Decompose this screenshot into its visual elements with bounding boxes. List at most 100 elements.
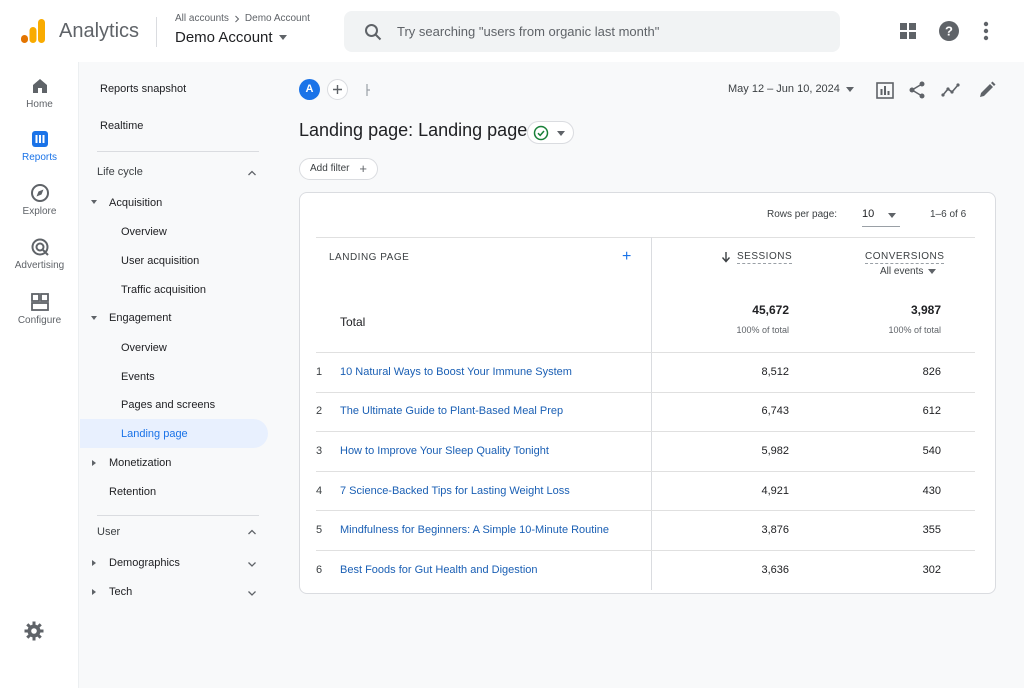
nav-pages-and-screens[interactable]: Pages and screens — [121, 399, 215, 411]
nav-demographics[interactable]: Demographics — [109, 557, 180, 569]
comparison-avatar[interactable]: A — [299, 79, 320, 100]
rail-configure[interactable]: Configure — [0, 292, 79, 326]
advertising-icon — [31, 238, 49, 256]
nav-reports-snapshot[interactable]: Reports snapshot — [100, 83, 186, 95]
row-number: 3 — [316, 445, 323, 457]
rail-advertising[interactable]: Advertising — [0, 237, 79, 271]
nav-monetization[interactable]: Monetization — [109, 457, 171, 469]
divider-marker-icon — [366, 84, 370, 96]
row-divider — [316, 550, 975, 551]
insights-icon[interactable] — [941, 80, 961, 100]
column-divider — [651, 237, 652, 590]
section-lifecycle[interactable]: Life cycle — [97, 166, 143, 178]
row-divider — [316, 471, 975, 472]
add-comparison-button[interactable] — [327, 79, 348, 100]
column-header-sessions[interactable]: SESSIONS — [737, 251, 793, 264]
row-landing-page-link[interactable]: Best Foods for Gut Health and Digestion — [340, 564, 538, 576]
nav-landing-page[interactable]: Landing page — [121, 428, 188, 440]
more-vert-icon[interactable] — [975, 20, 997, 42]
row-landing-page-link[interactable]: 10 Natural Ways to Boost Your Immune Sys… — [340, 366, 572, 378]
nav-engagement[interactable]: Engagement — [109, 312, 171, 324]
row-divider — [316, 392, 975, 393]
chevron-down-icon[interactable] — [247, 559, 257, 569]
collapsed-caret-icon[interactable] — [92, 589, 96, 595]
breadcrumb-current-account[interactable]: Demo Account — [245, 13, 310, 24]
row-conversions: 612 — [922, 405, 941, 417]
page-title: Landing page: Landing page — [299, 120, 528, 140]
total-sessions-percent: 100% of total — [736, 325, 789, 335]
settings-gear-icon[interactable] — [23, 620, 45, 642]
chevron-up-icon[interactable] — [247, 168, 257, 178]
row-landing-page-link[interactable]: 7 Science-Backed Tips for Lasting Weight… — [340, 485, 570, 497]
nav-retention[interactable]: Retention — [109, 486, 156, 498]
row-conversions: 430 — [922, 485, 941, 497]
nav-user-acquisition[interactable]: User acquisition — [121, 255, 199, 267]
breadcrumb: All accounts Demo Account — [175, 13, 310, 24]
analytics-bars-icon[interactable] — [20, 18, 46, 44]
row-number: 2 — [316, 405, 323, 417]
pagination-range: 1–6 of 6 — [930, 209, 967, 220]
total-conversions-percent: 100% of total — [888, 325, 941, 335]
app-name: Analytics — [59, 20, 140, 42]
account-name: Demo Account — [175, 29, 273, 46]
nav-acquisition-overview[interactable]: Overview — [121, 226, 167, 238]
nav-traffic-acquisition[interactable]: Traffic acquisition — [121, 284, 206, 296]
nav-realtime[interactable]: Realtime — [100, 120, 143, 132]
row-divider — [316, 431, 975, 432]
customize-report-icon[interactable] — [875, 80, 895, 100]
row-landing-page-link[interactable]: How to Improve Your Sleep Quality Tonigh… — [340, 445, 549, 457]
apps-grid-icon[interactable] — [897, 20, 919, 42]
conversion-event-label: All events — [880, 266, 924, 277]
search-bar[interactable]: Try searching "users from organic last m… — [344, 11, 840, 52]
rail-reports[interactable]: Reports — [0, 129, 79, 163]
rail-home[interactable]: Home — [0, 76, 79, 110]
section-user[interactable]: User — [97, 526, 120, 538]
help-icon[interactable]: ? — [938, 20, 960, 42]
search-icon — [365, 24, 382, 41]
sort-descending-arrow-icon[interactable] — [721, 251, 731, 263]
breadcrumb-all-accounts[interactable]: All accounts — [175, 13, 229, 24]
column-header-conversions[interactable]: CONVERSIONS — [865, 251, 945, 264]
nav-tech[interactable]: Tech — [109, 586, 132, 598]
rail-label: Home — [26, 99, 53, 110]
expanded-caret-icon[interactable] — [91, 200, 97, 204]
nav-events[interactable]: Events — [121, 371, 155, 383]
collapsed-caret-icon[interactable] — [92, 560, 96, 566]
row-landing-page-link[interactable]: The Ultimate Guide to Plant-Based Meal P… — [340, 405, 563, 417]
chevron-down-icon[interactable] — [247, 588, 257, 598]
row-conversions: 355 — [922, 524, 941, 536]
plus-icon: + — [359, 161, 367, 176]
account-picker[interactable]: Demo Account — [175, 29, 287, 46]
row-landing-page-link[interactable]: Mindfulness for Beginners: A Simple 10-M… — [340, 524, 609, 536]
explore-icon — [30, 184, 49, 202]
add-dimension-plus-icon[interactable]: + — [622, 248, 631, 266]
row-divider — [316, 510, 975, 511]
expanded-caret-icon[interactable] — [91, 316, 97, 320]
nav-engagement-overview[interactable]: Overview — [121, 342, 167, 354]
divider — [97, 515, 259, 516]
date-range-picker[interactable]: May 12 – Jun 10, 2024 — [728, 83, 854, 95]
rail-label: Configure — [17, 315, 62, 326]
column-header-landing-page[interactable]: LANDING PAGE — [329, 252, 409, 263]
search-input[interactable]: Try searching "users from organic last m… — [397, 24, 659, 39]
configure-icon — [30, 293, 49, 311]
row-number: 1 — [316, 366, 323, 378]
svg-text:?: ? — [945, 24, 953, 39]
chevron-up-icon[interactable] — [247, 527, 257, 537]
nav-rail: Home Reports Explore Advertising Configu… — [0, 62, 79, 688]
verified-check-icon — [533, 125, 549, 141]
rail-explore[interactable]: Explore — [0, 183, 79, 217]
rows-per-page-select[interactable]: 10 — [862, 205, 900, 227]
conversion-event-selector[interactable]: All events — [880, 266, 937, 277]
report-status-dropdown[interactable] — [527, 121, 574, 144]
nav-acquisition[interactable]: Acquisition — [109, 197, 162, 209]
add-filter-button[interactable]: Add filter + — [299, 158, 378, 180]
row-conversions: 826 — [922, 366, 941, 378]
collapsed-caret-icon[interactable] — [92, 460, 96, 466]
share-icon[interactable] — [907, 80, 927, 100]
table-divider — [316, 352, 975, 353]
row-conversions: 540 — [922, 445, 941, 457]
add-filter-label: Add filter — [310, 163, 350, 174]
row-number: 6 — [316, 564, 323, 576]
edit-pencil-icon[interactable] — [977, 80, 997, 100]
